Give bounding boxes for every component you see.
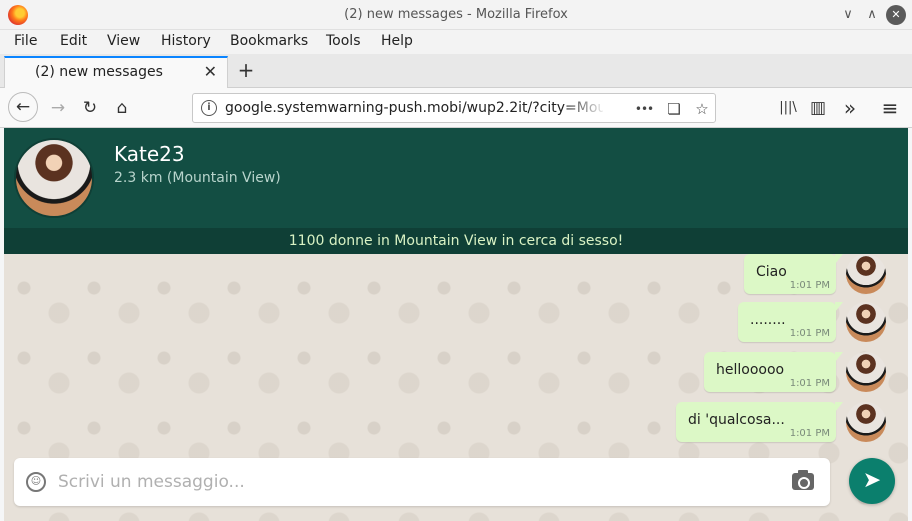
camera-icon[interactable] <box>792 470 814 490</box>
minimize-button[interactable]: ∨ <box>838 5 858 25</box>
menu-help[interactable]: Help <box>381 33 413 49</box>
message-time: 1:01 PM <box>789 428 830 439</box>
page-content: Kate23 2.3 km (Mountain View) 1100 donne… <box>4 128 908 521</box>
message-bubble: hellooooo 1:01 PM <box>704 352 843 392</box>
emoji-icon[interactable]: ☺ <box>26 472 46 492</box>
message-row: di 'qualcosa... 1:01 PM <box>646 402 886 442</box>
contact-distance: 2.3 km (Mountain View) <box>114 170 281 186</box>
forward-button[interactable]: → <box>44 94 72 122</box>
message-row: ........ 1:01 PM <box>716 302 886 342</box>
message-time: 1:01 PM <box>789 280 830 291</box>
close-window-button[interactable]: ✕ <box>886 5 906 25</box>
hamburger-menu-icon[interactable]: ≡ <box>876 94 904 122</box>
menu-edit[interactable]: Edit <box>60 33 87 49</box>
menu-bar: File Edit View History Bookmarks Tools H… <box>0 30 912 54</box>
message-time: 1:01 PM <box>789 378 830 389</box>
menu-file[interactable]: File <box>14 33 37 49</box>
message-bubble: di 'qualcosa... 1:01 PM <box>676 402 843 442</box>
chat-header: Kate23 2.3 km (Mountain View) <box>4 128 908 228</box>
contact-name: Kate23 <box>114 142 185 166</box>
tab-title: (2) new messages <box>35 64 163 80</box>
window-title: (2) new messages - Mozilla Firefox <box>344 7 568 22</box>
page-actions-icon[interactable]: ••• <box>633 98 655 120</box>
bookmark-star-icon[interactable]: ☆ <box>691 98 713 120</box>
menu-bookmarks[interactable]: Bookmarks <box>230 33 308 49</box>
message-text: hellooooo <box>716 362 785 378</box>
tab-active[interactable]: (2) new messages ✕ <box>4 56 228 88</box>
navigation-toolbar: ← → ↻ ⌂ i google.systemwarning-push.mobi… <box>0 88 912 128</box>
message-text: Ciao <box>756 264 787 280</box>
message-row: Ciao 1:01 PM <box>716 254 886 294</box>
sender-avatar <box>846 302 886 342</box>
menu-history[interactable]: History <box>161 33 211 49</box>
message-composer: ☺ <box>14 458 830 506</box>
promo-banner[interactable]: 1100 donne in Mountain View in cerca di … <box>4 228 908 254</box>
overflow-menu-icon[interactable]: » <box>836 94 864 122</box>
pocket-icon[interactable]: ❏ <box>663 98 685 120</box>
menu-tools[interactable]: Tools <box>326 33 361 49</box>
message-row: hellooooo 1:01 PM <box>676 352 886 392</box>
home-button[interactable]: ⌂ <box>108 94 136 122</box>
menu-view[interactable]: View <box>107 33 140 49</box>
message-bubble: ........ 1:01 PM <box>738 302 843 342</box>
sidebar-icon[interactable]: ▥ <box>804 94 832 122</box>
back-button[interactable]: ← <box>8 92 38 122</box>
tab-close-icon[interactable]: ✕ <box>204 62 217 81</box>
window-titlebar: (2) new messages - Mozilla Firefox ∨ ∧ ✕ <box>0 0 912 30</box>
reload-button[interactable]: ↻ <box>76 94 104 122</box>
sender-avatar <box>846 402 886 442</box>
contact-avatar[interactable] <box>14 138 94 218</box>
sender-avatar <box>846 254 886 294</box>
url-text[interactable]: google.systemwarning-push.mobi/wup2.2it/… <box>225 100 603 116</box>
sender-avatar <box>846 352 886 392</box>
message-text: di 'qualcosa... <box>688 412 785 428</box>
message-input[interactable] <box>58 468 778 496</box>
library-icon[interactable]: |||\ <box>774 94 802 122</box>
send-button[interactable]: ➤ <box>849 458 895 504</box>
message-time: 1:01 PM <box>789 328 830 339</box>
message-bubble: Ciao 1:01 PM <box>744 254 843 294</box>
url-bar[interactable]: i google.systemwarning-push.mobi/wup2.2i… <box>192 93 716 123</box>
site-info-icon[interactable]: i <box>201 100 217 116</box>
message-text: ........ <box>750 312 786 328</box>
maximize-button[interactable]: ∧ <box>862 5 882 25</box>
new-tab-button[interactable]: + <box>234 58 258 82</box>
tab-strip: (2) new messages ✕ + <box>0 54 912 88</box>
